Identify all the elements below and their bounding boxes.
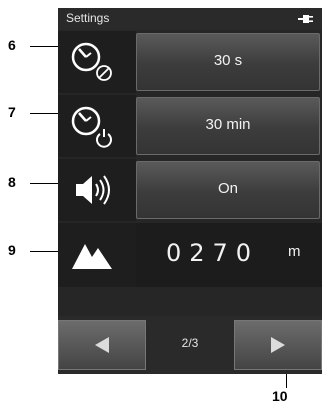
- auto-power-off-value: 30 min: [205, 116, 251, 133]
- row-altitude: 0270 m: [58, 223, 322, 287]
- callout-9: 9: [8, 242, 16, 258]
- altitude-unit: m: [288, 243, 301, 260]
- arrow-right-icon: [271, 337, 285, 353]
- sound-button[interactable]: On: [136, 161, 320, 219]
- callout-10: 10: [272, 388, 288, 404]
- mountain-icon: [72, 244, 112, 269]
- callout-8: 8: [8, 174, 16, 190]
- plug-icon: [298, 15, 313, 23]
- row-auto-power-off: 30 min: [58, 95, 322, 157]
- status-bar: Settings: [58, 8, 322, 30]
- previous-page-button[interactable]: [58, 320, 146, 370]
- row-screen-timeout: 30 s: [58, 31, 322, 93]
- screen-timeout-icon: [71, 42, 112, 81]
- page-navigation: 2/3: [58, 316, 322, 374]
- auto-power-off-icon: [71, 106, 112, 148]
- device-screen: Settings 30 s 30 min On 0270 m 2/3: [58, 8, 322, 374]
- speaker-icon: [76, 175, 110, 205]
- auto-power-off-button[interactable]: 30 min: [136, 97, 320, 155]
- altitude-field[interactable]: 0270 m: [136, 223, 322, 287]
- altitude-digits: 0270: [166, 239, 260, 267]
- screen-timeout-value: 30 s: [213, 52, 243, 69]
- screen-title: Settings: [66, 11, 110, 25]
- callout-7: 7: [8, 104, 16, 120]
- arrow-left-icon: [95, 337, 109, 353]
- sound-value: On: [217, 180, 238, 197]
- row-sound: On: [58, 159, 322, 221]
- page-indicator: 2/3: [181, 336, 199, 350]
- screen-timeout-button[interactable]: 30 s: [136, 33, 320, 91]
- next-page-button[interactable]: [234, 320, 322, 370]
- callout-6: 6: [8, 37, 16, 53]
